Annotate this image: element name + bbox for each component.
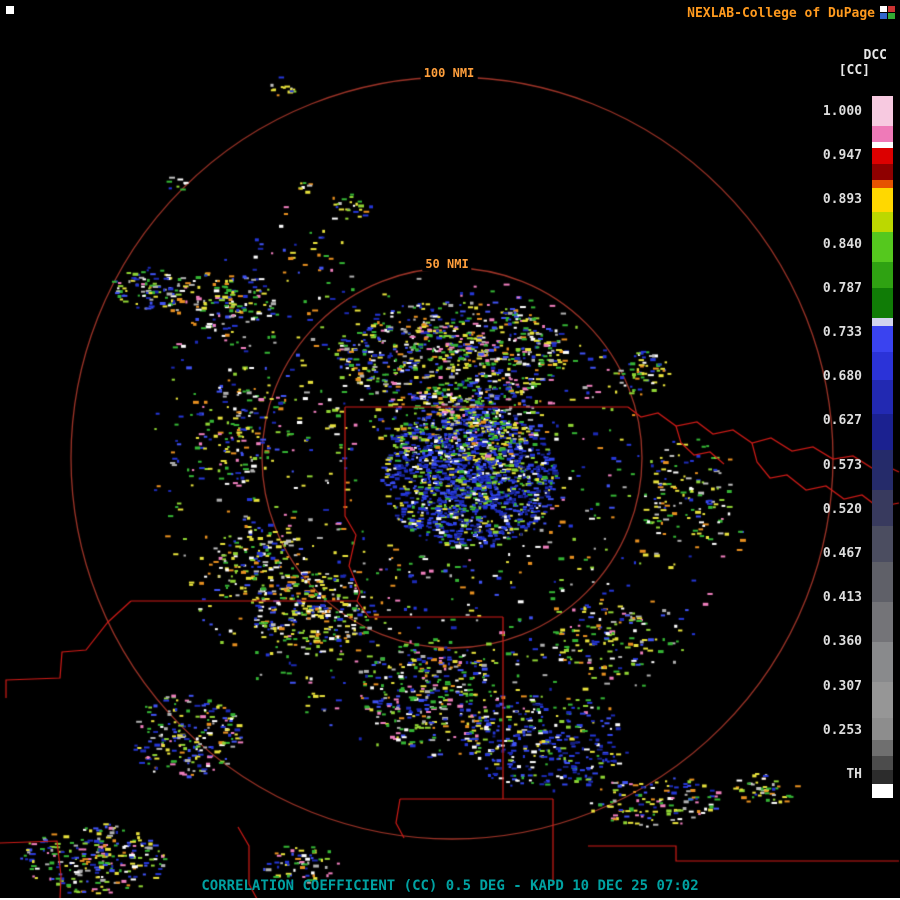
colorbar-tick-label: 0.467 — [823, 546, 862, 562]
range-ring-label-50nmi: 50 NMI — [422, 257, 471, 271]
colorbar-segment — [872, 602, 893, 642]
colorbar-segment — [872, 490, 893, 526]
colorbar-tick-label: TH — [846, 767, 862, 783]
colorbar-segment — [872, 642, 893, 682]
colorbar-tick-label: 0.680 — [823, 369, 862, 385]
range-ring-label-100nmi: 100 NMI — [421, 66, 478, 80]
colorbar-tick-label: 0.360 — [823, 634, 862, 650]
corner-marker — [6, 6, 14, 14]
colorbar-segment — [872, 96, 893, 126]
colorbar-segment — [872, 126, 893, 142]
colorbar-tick-label: 0.947 — [823, 148, 862, 164]
colorbar-segment — [872, 148, 893, 164]
colorbar-segment — [872, 526, 893, 562]
colorbar-segment — [872, 288, 893, 318]
colorbar-tick-label: 0.840 — [823, 237, 862, 253]
colorbar-tick-label: 0.893 — [823, 192, 862, 208]
colorbar-tick-label: 0.787 — [823, 281, 862, 297]
colorbar-segment — [872, 188, 893, 212]
product-caption: CORRELATION COEFFICIENT (CC) 0.5 DEG - K… — [201, 878, 698, 894]
colorbar-tick-label: 0.520 — [823, 502, 862, 518]
colorbar-segment — [872, 450, 893, 490]
colorbar-segment — [872, 212, 893, 232]
colorbar-tick-label: 0.253 — [823, 723, 862, 739]
colorbar-tick-label: 0.733 — [823, 325, 862, 341]
colorbar-segment — [872, 414, 893, 450]
radar-app: NEXLAB-College of DuPage DCC [CC] 1.000 0… — [0, 0, 900, 900]
colorbar-segment — [872, 164, 893, 180]
colorbar-segment — [872, 770, 893, 784]
site-logo-icon — [880, 5, 896, 19]
colorbar-segment — [872, 380, 893, 414]
colorbar-segment — [872, 756, 893, 770]
colorbar-segment — [872, 318, 893, 326]
radar-canvas — [0, 0, 900, 900]
colorbar-tick-label: 0.627 — [823, 413, 862, 429]
colorbar-segment — [872, 784, 893, 798]
colorbar-tick-label: 1.000 — [823, 104, 862, 120]
colorbar-segment — [872, 262, 893, 288]
colorbar — [872, 96, 893, 798]
colorbar-tick-label: 0.573 — [823, 458, 862, 474]
colorbar-segment — [872, 562, 893, 602]
site-title: NEXLAB-College of DuPage — [687, 6, 875, 21]
colorbar-segment — [872, 180, 893, 188]
units-label: [CC] — [839, 63, 870, 78]
colorbar-segment — [872, 718, 893, 740]
colorbar-segment — [872, 682, 893, 718]
product-label: DCC — [864, 48, 887, 63]
colorbar-segment — [872, 326, 893, 352]
colorbar-segment — [872, 232, 893, 262]
colorbar-tick-label: 0.413 — [823, 590, 862, 606]
colorbar-segment — [872, 352, 893, 380]
colorbar-tick-label: 0.307 — [823, 679, 862, 695]
colorbar-segment — [872, 740, 893, 756]
